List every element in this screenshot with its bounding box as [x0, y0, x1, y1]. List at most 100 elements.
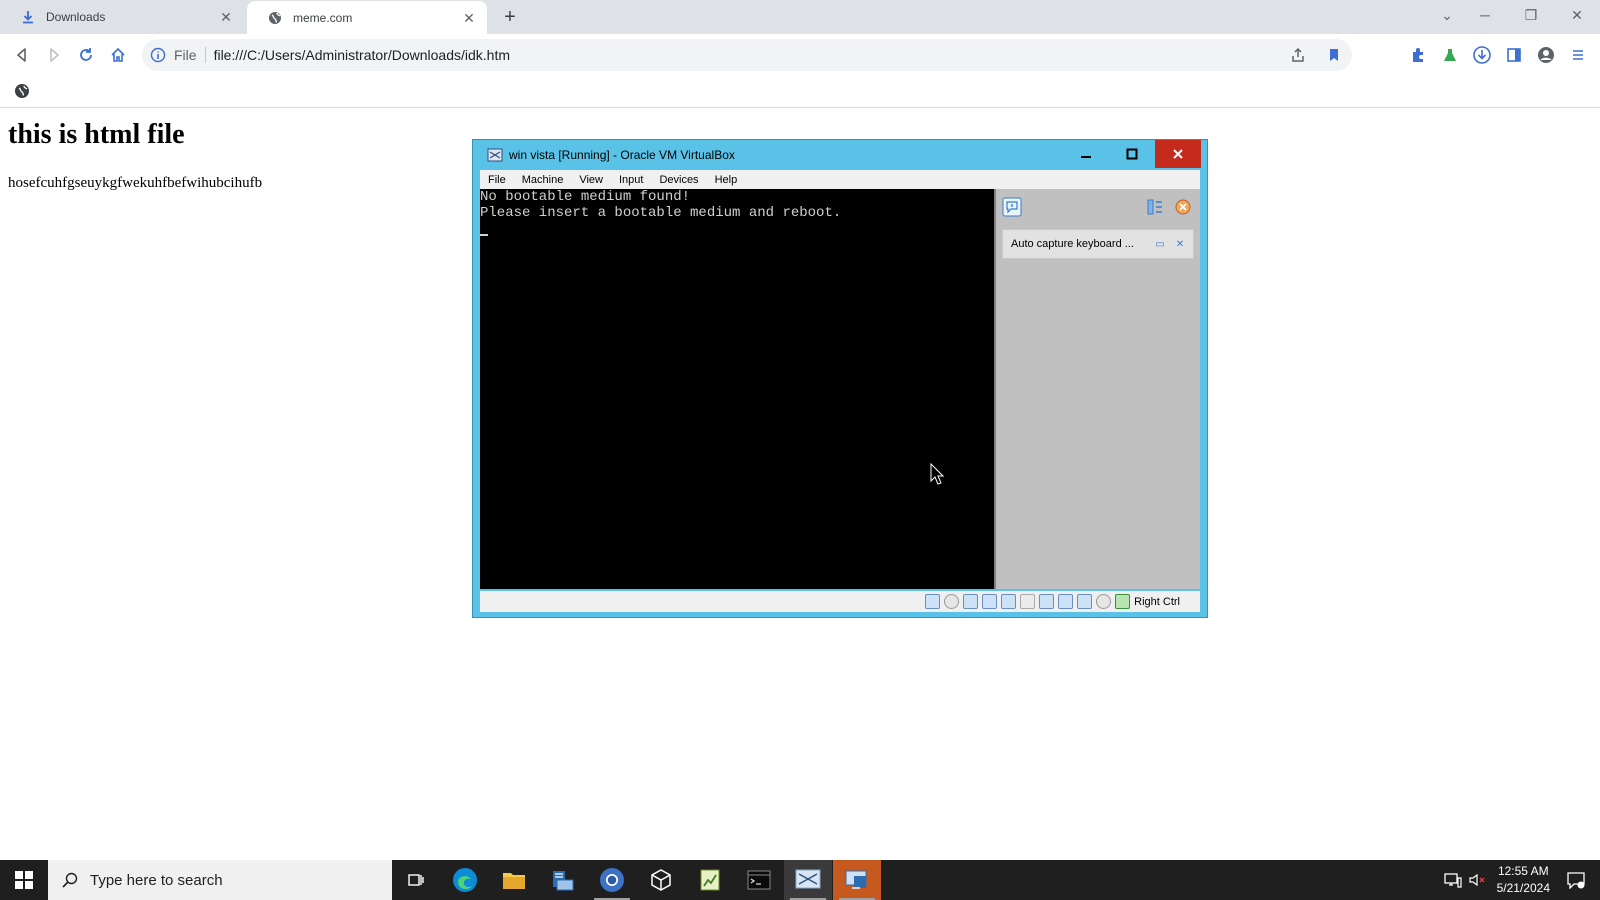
text-cursor — [480, 234, 488, 236]
share-icon[interactable] — [1290, 47, 1306, 63]
menu-machine[interactable]: Machine — [514, 174, 572, 186]
notification-center: Auto capture keyboard ... ▭ ✕ — [994, 189, 1200, 589]
vm-display[interactable]: No bootable medium found! Please insert … — [480, 189, 994, 589]
network-icon[interactable] — [982, 594, 998, 609]
close-button[interactable]: ✕ — [1554, 0, 1600, 30]
taskbar-app-edge[interactable] — [441, 860, 489, 900]
start-button[interactable] — [0, 860, 48, 900]
back-button[interactable] — [8, 41, 36, 69]
clock-date: 5/21/2024 — [1496, 881, 1550, 895]
close-icon[interactable]: ✕ — [1173, 237, 1187, 251]
taskbar-app-terminal[interactable] — [735, 860, 783, 900]
globe-icon[interactable] — [14, 83, 30, 99]
terminal-icon — [747, 870, 771, 890]
maximize-button[interactable] — [1109, 140, 1155, 168]
search-placeholder: Type here to search — [90, 871, 223, 889]
taskbar-app-server-manager[interactable] — [539, 860, 587, 900]
notifications-icon[interactable] — [1564, 868, 1588, 892]
menu-input[interactable]: Input — [611, 174, 651, 186]
reload-button[interactable] — [72, 41, 100, 69]
vm-output-line: Please insert a bootable medium and rebo… — [480, 205, 842, 221]
back-icon — [17, 48, 26, 62]
notepad-icon — [700, 869, 720, 891]
globe-icon — [267, 10, 283, 26]
close-button[interactable] — [1155, 140, 1201, 168]
clock[interactable]: 12:55 AM 5/21/2024 — [1497, 863, 1550, 897]
download-icon — [1473, 46, 1491, 64]
taskbar-app-notepad-plus[interactable] — [686, 860, 734, 900]
network-icon[interactable] — [1441, 868, 1465, 892]
tab-meme[interactable]: meme.com ✕ — [247, 1, 487, 35]
minimize-button[interactable] — [1063, 140, 1109, 168]
downloads-button[interactable] — [1468, 41, 1496, 69]
task-view-button[interactable] — [392, 860, 440, 900]
divider — [204, 47, 206, 63]
notification-item[interactable]: Auto capture keyboard ... ▭ ✕ — [1002, 229, 1194, 259]
flask-icon — [1444, 49, 1456, 61]
restore-button[interactable]: ❐ — [1508, 0, 1554, 30]
window-title: win vista [Running] - Oracle VM VirtualB… — [509, 148, 735, 162]
help-icon[interactable]: ▭ — [1153, 237, 1167, 251]
address-bar[interactable]: File file:///C:/Users/Administrator/Down… — [142, 39, 1352, 71]
taskbar-app-vbox-vm[interactable] — [784, 860, 832, 900]
display-icon[interactable] — [1039, 594, 1055, 609]
close-icon[interactable]: ✕ — [218, 9, 234, 25]
audio-icon[interactable] — [963, 594, 979, 609]
close-icon[interactable]: ✕ — [461, 10, 477, 26]
chrome-icon — [600, 868, 624, 892]
taskbar-app-remote-desktop[interactable] — [833, 860, 881, 900]
mouse-integration-icon[interactable] — [1096, 594, 1112, 609]
vm-window-icon — [795, 869, 821, 889]
tab-downloads[interactable]: Downloads ✕ — [0, 0, 244, 34]
keyboard-capture-icon[interactable] — [1115, 594, 1131, 609]
close-icon — [1173, 149, 1183, 159]
notification-icon[interactable] — [1002, 197, 1022, 217]
tab-strip: Downloads ✕ meme.com ✕ + ⌄ ─ ❐ ✕ — [0, 0, 1600, 35]
puzzle-icon — [1413, 48, 1423, 62]
recording-icon[interactable] — [1058, 594, 1074, 609]
vt-x-icon[interactable] — [1077, 594, 1093, 609]
vm-status-bar: Right Ctrl — [480, 591, 1200, 612]
profile-button[interactable] — [1532, 41, 1560, 69]
extension-button[interactable] — [1436, 41, 1464, 69]
taskbar-app-chrome[interactable] — [588, 860, 636, 900]
side-panel-button[interactable] — [1500, 41, 1528, 69]
extensions-button[interactable] — [1404, 41, 1432, 69]
taskbar: Type here to search 12:55 AM 5/21/2024 — [0, 860, 1600, 900]
folder-icon — [503, 873, 525, 889]
taskbar-app-file-explorer[interactable] — [490, 860, 538, 900]
minimize-button[interactable]: ─ — [1462, 0, 1508, 30]
browser-toolbar: File file:///C:/Users/Administrator/Down… — [0, 34, 1600, 76]
taskbar-app-virtualbox[interactable] — [637, 860, 685, 900]
shared-folders-icon[interactable] — [1020, 594, 1036, 609]
volume-muted-icon[interactable] — [1465, 868, 1489, 892]
bookmark-star-icon[interactable] — [1326, 47, 1342, 63]
chevron-down-icon[interactable]: ⌄ — [1432, 0, 1462, 30]
vm-output-line: No bootable medium found! — [480, 189, 691, 205]
menu-file[interactable]: File — [480, 174, 514, 186]
minimize-icon — [1081, 156, 1091, 158]
optical-drive-icon[interactable] — [944, 594, 960, 609]
url-text[interactable]: file:///C:/Users/Administrator/Downloads… — [214, 47, 510, 63]
menu-help[interactable]: Help — [707, 174, 746, 186]
virtualbox-window[interactable]: win vista [Running] - Oracle VM VirtualB… — [472, 139, 1208, 618]
virtualbox-icon — [487, 148, 503, 162]
task-view-icon — [408, 874, 424, 886]
taskbar-search[interactable]: Type here to search — [48, 860, 392, 900]
sort-icon[interactable] — [1146, 198, 1164, 216]
maximize-icon — [1126, 148, 1138, 160]
menu-button[interactable] — [1564, 41, 1592, 69]
menu-view[interactable]: View — [571, 174, 611, 186]
forward-button[interactable] — [40, 41, 68, 69]
edge-icon — [453, 868, 477, 892]
hard-disk-icon[interactable] — [925, 594, 941, 609]
info-icon[interactable] — [150, 47, 166, 63]
windows-logo-icon — [15, 871, 33, 889]
clear-all-icon[interactable] — [1174, 198, 1192, 216]
cube-icon — [651, 869, 671, 891]
home-button[interactable] — [104, 41, 132, 69]
new-tab-button[interactable]: + — [497, 4, 523, 30]
menu-devices[interactable]: Devices — [651, 174, 706, 186]
clock-time: 12:55 AM — [1497, 864, 1549, 878]
usb-icon[interactable] — [1001, 594, 1017, 609]
